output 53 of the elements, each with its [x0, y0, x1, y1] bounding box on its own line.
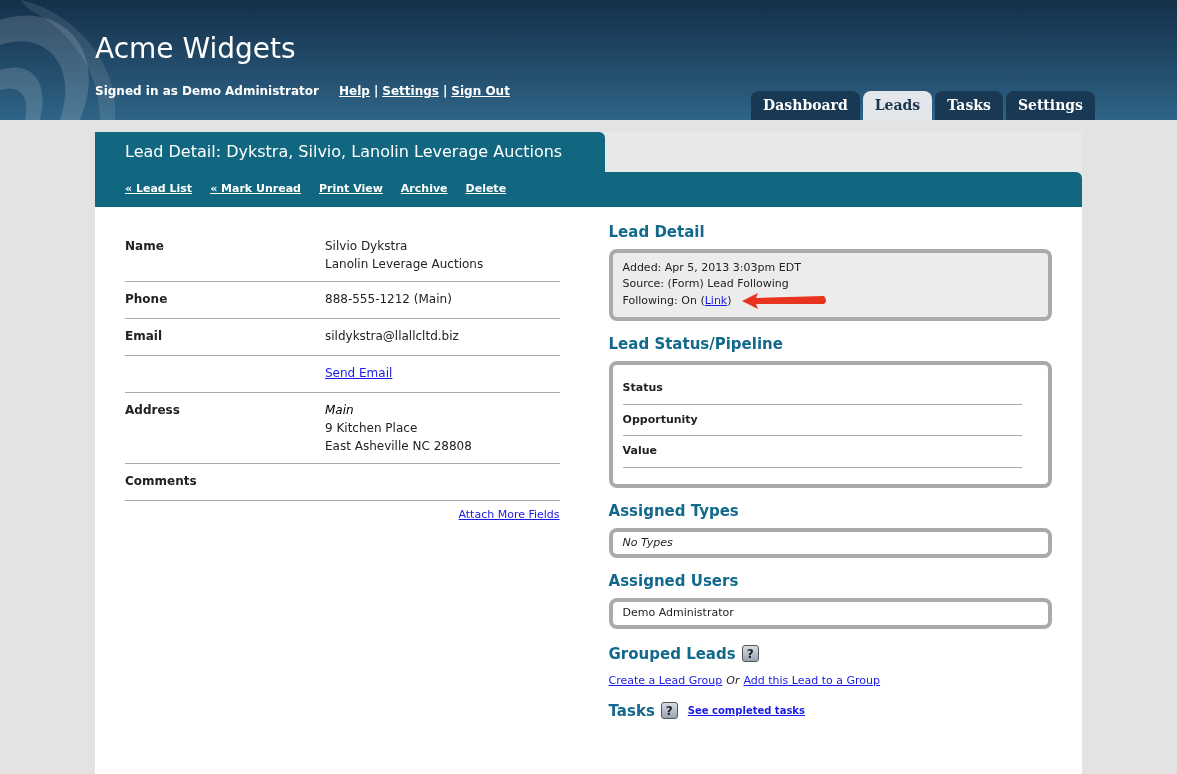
section-heading: Tasks [608, 700, 655, 722]
detail-line: Added: Apr 5, 2013 3:03pm EDT [622, 260, 802, 276]
help-icon[interactable]: ? [741, 645, 759, 663]
field-label: Name [125, 239, 164, 253]
field-label: Address [125, 403, 180, 417]
header-link[interactable]: Help [339, 82, 370, 100]
following-link[interactable]: Link [704, 294, 728, 307]
field-label: Email [125, 329, 163, 343]
link-separator: | [373, 83, 379, 100]
add-to-group-link[interactable]: Add this Lead to a Group [743, 673, 880, 690]
panel-title: Lead Detail: Dykstra, Silvio, Lanolin Leverage Auctions [125, 141, 563, 163]
nav-tab[interactable]: Settings [1005, 91, 1095, 120]
section-heading: Assigned Types [608, 501, 740, 520]
pipeline-label: Value [622, 444, 657, 457]
link-separator: | [442, 83, 448, 100]
arrow-icon [741, 292, 828, 310]
field-label: Comments [125, 474, 197, 488]
field-value: 9 Kitchen Place [325, 420, 419, 437]
section-heading: Grouped Leads [608, 643, 736, 665]
company-name: Acme Widgets [95, 31, 297, 67]
send-email-link[interactable]: Send Email [325, 364, 393, 382]
action-link[interactable]: Archive [400, 181, 448, 198]
following-text: Following: On (Link) [622, 293, 732, 309]
types-value: No Types [622, 535, 673, 549]
section-heading: Lead Detail [608, 223, 706, 241]
action-link[interactable]: « Mark Unread [210, 181, 301, 198]
nav-tab[interactable]: Dashboard [751, 91, 860, 120]
signed-in-text: Signed in as Demo Administrator [95, 83, 319, 100]
detail-line: Source: (Form) Lead Following [622, 276, 790, 292]
pipeline-label: Opportunity [622, 412, 698, 426]
create-group-link[interactable]: Create a Lead Group [608, 673, 723, 690]
action-link[interactable]: Print View [318, 181, 383, 198]
or-text: Or [726, 673, 740, 689]
help-icon[interactable]: ? [660, 702, 678, 720]
action-link[interactable]: Delete [465, 181, 507, 198]
field-value: East Asheville NC 28808 [325, 438, 472, 455]
field-label: Phone [125, 292, 168, 306]
nav-tab[interactable]: Tasks [935, 91, 1003, 120]
completed-tasks-link[interactable]: See completed tasks [687, 703, 805, 719]
field-value: Lanolin Leverage Auctions [325, 256, 484, 273]
section-heading: Lead Status/Pipeline [608, 335, 784, 353]
users-value: Demo Administrator [622, 606, 734, 619]
nav-tab[interactable]: Leads [862, 91, 933, 120]
header-link[interactable]: Settings [382, 82, 439, 100]
pipeline-label: Status [622, 381, 663, 394]
section-heading: Assigned Users [608, 572, 740, 590]
field-value: Main [325, 402, 355, 419]
action-link[interactable]: « Lead List [125, 181, 193, 198]
field-value: Silvio Dykstra [325, 238, 409, 255]
attach-fields-link[interactable]: Attach More Fields [458, 507, 560, 524]
field-value: sildykstra@llallcltd.biz [325, 328, 459, 345]
header-link[interactable]: Sign Out [451, 82, 510, 100]
field-value: 888-555-1212 (Main) [325, 291, 452, 308]
